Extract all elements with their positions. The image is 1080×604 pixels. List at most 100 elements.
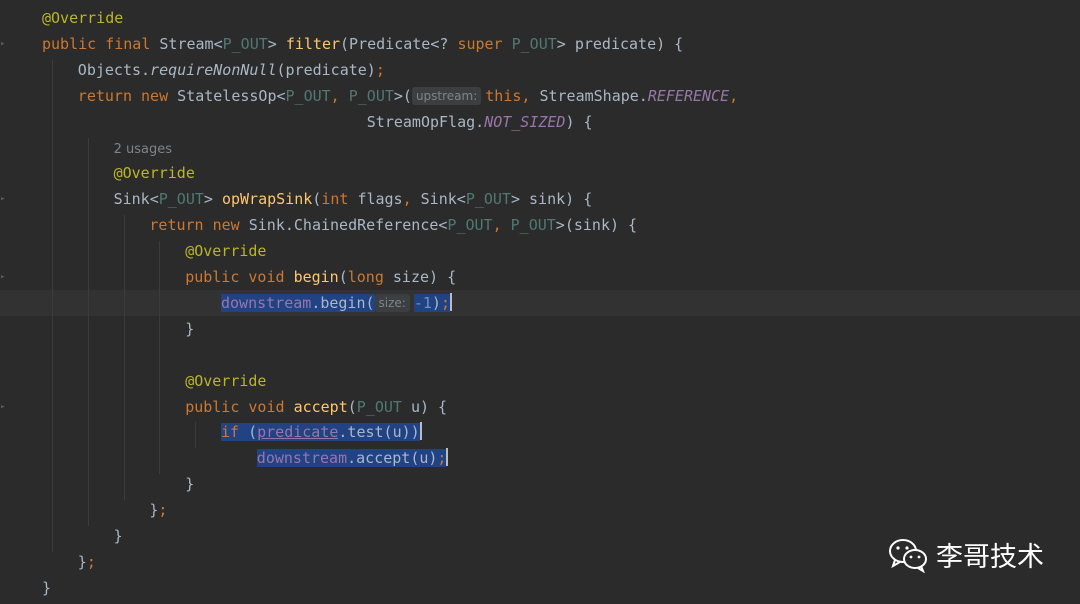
code-token: public final bbox=[42, 34, 160, 53]
code-token: opWrapSink bbox=[221, 190, 313, 209]
code-line[interactable]: downstream.accept(u); bbox=[0, 445, 1080, 471]
code-line-content: } bbox=[114, 523, 123, 549]
fold-marker-icon[interactable]: ▸ bbox=[0, 39, 6, 49]
code-token: ; bbox=[158, 501, 168, 520]
code-token: P_OUT bbox=[356, 397, 411, 416]
code-token: ) { bbox=[565, 112, 593, 131]
fold-marker-icon[interactable]: ▸ bbox=[0, 194, 6, 204]
code-line[interactable]: @Override bbox=[0, 5, 1080, 31]
code-line[interactable]: }; bbox=[0, 497, 1080, 523]
code-line[interactable] bbox=[0, 342, 1080, 368]
code-token: ( bbox=[248, 423, 258, 442]
code-token: accept bbox=[293, 397, 348, 416]
code-token: P_OUT bbox=[285, 86, 331, 105]
code-line[interactable]: Sink<P_OUT> opWrapSink(int flags, Sink<P… bbox=[0, 186, 1080, 212]
code-line[interactable]: public void accept(P_OUT u) { bbox=[0, 394, 1080, 420]
code-token: StatelessOp< bbox=[177, 86, 286, 105]
code-token: u) { bbox=[410, 397, 448, 416]
code-line[interactable]: } bbox=[0, 575, 1080, 601]
watermark-text: 李哥技术 bbox=[936, 542, 1044, 573]
code-token: Sink< bbox=[420, 190, 466, 209]
code-line-content: }; bbox=[149, 497, 167, 523]
code-token: @Override bbox=[42, 9, 124, 27]
code-token: > bbox=[267, 34, 286, 53]
code-line[interactable]: if (predicate.test(u)) bbox=[0, 419, 1080, 445]
indent-guide bbox=[195, 422, 197, 449]
code-token: .test(u)) bbox=[338, 423, 420, 442]
code-line-content: Sink<P_OUT> opWrapSink(int flags, Sink<P… bbox=[114, 186, 593, 212]
code-token: downstream bbox=[221, 293, 312, 312]
code-line-content: @Override bbox=[42, 5, 123, 31]
code-token: ( bbox=[338, 268, 348, 286]
code-line-content: public final Stream<P_OUT> filter(Predic… bbox=[42, 31, 683, 57]
code-token: this, bbox=[485, 86, 540, 105]
code-token: > predicate) { bbox=[556, 34, 684, 53]
code-line-content: return new Sink.ChainedReference<P_OUT, … bbox=[149, 212, 637, 238]
code-token: ) bbox=[431, 293, 441, 312]
code-token: P_OUT bbox=[158, 190, 204, 209]
text-caret bbox=[419, 422, 422, 441]
code-token: super bbox=[457, 34, 512, 53]
code-line[interactable]: StreamOpFlag.NOT_SIZED) { bbox=[0, 109, 1080, 135]
code-line[interactable]: downstream.begin(size: -1); bbox=[0, 289, 1080, 316]
code-line-content: Objects.requireNonNull(predicate); bbox=[78, 57, 385, 83]
code-token: return new bbox=[149, 216, 249, 235]
code-line-content: @Override bbox=[185, 238, 266, 264]
code-token: >( bbox=[393, 86, 412, 105]
code-token: .accept(u) bbox=[347, 449, 438, 468]
indent-guide bbox=[87, 137, 89, 526]
code-line[interactable]: public void begin(long size) { bbox=[0, 264, 1080, 290]
code-token: (Predicate<? bbox=[340, 34, 458, 53]
code-token: public void bbox=[185, 397, 294, 416]
code-token: } bbox=[77, 552, 87, 571]
code-token: downstream bbox=[256, 449, 348, 468]
code-line-content: } bbox=[42, 575, 51, 601]
code-token: size) { bbox=[392, 268, 457, 286]
fold-marker-icon[interactable]: ▸ bbox=[0, 272, 6, 282]
indent-guide bbox=[159, 241, 161, 475]
code-token: P_OUT bbox=[510, 216, 556, 235]
code-token: >(sink) { bbox=[555, 216, 638, 235]
code-line[interactable]: } bbox=[0, 316, 1080, 342]
code-token: Objects. bbox=[77, 60, 151, 79]
code-token: long bbox=[347, 268, 393, 286]
code-line[interactable]: Objects.requireNonNull(predicate); bbox=[0, 57, 1080, 83]
code-token: if bbox=[221, 423, 249, 442]
code-line-content: 2 usages bbox=[114, 135, 172, 163]
code-token: public void bbox=[185, 268, 294, 286]
code-line[interactable]: @Override bbox=[0, 368, 1080, 394]
text-caret bbox=[449, 292, 452, 311]
code-line[interactable]: @Override bbox=[0, 160, 1080, 186]
code-token: P_OUT bbox=[447, 216, 493, 235]
code-token: requireNonNull bbox=[150, 60, 277, 79]
fold-marker-icon[interactable]: ▸ bbox=[0, 402, 6, 412]
code-token: StreamOpFlag. bbox=[366, 112, 485, 131]
code-line-content: public void accept(P_OUT u) { bbox=[185, 394, 447, 420]
code-token: predicate bbox=[257, 423, 339, 442]
code-token: -1 bbox=[413, 293, 432, 312]
code-token: } bbox=[113, 527, 123, 545]
code-token: P_OUT bbox=[222, 34, 268, 53]
code-line[interactable]: public final Stream<P_OUT> filter(Predic… bbox=[0, 31, 1080, 57]
code-line-content: }; bbox=[78, 549, 96, 575]
code-line-content: @Override bbox=[185, 368, 266, 394]
code-token: flags bbox=[357, 190, 403, 209]
indent-guide bbox=[52, 59, 53, 552]
watermark: 李哥技术 bbox=[888, 535, 1044, 574]
code-token: > sink) { bbox=[510, 190, 593, 209]
code-line[interactable]: 2 usages bbox=[0, 135, 1080, 161]
code-token: (predicate) bbox=[276, 60, 376, 79]
usages-hint[interactable]: 2 usages bbox=[114, 142, 172, 157]
code-line[interactable]: return new StatelessOp<P_OUT, P_OUT>(ups… bbox=[0, 83, 1080, 109]
code-line[interactable]: return new Sink.ChainedReference<P_OUT, … bbox=[0, 212, 1080, 238]
code-line-content: public void begin(long size) { bbox=[185, 264, 456, 290]
code-line[interactable]: @Override bbox=[0, 238, 1080, 264]
code-token: StreamShape. bbox=[539, 86, 648, 105]
code-token: Sink< bbox=[113, 190, 159, 209]
code-line[interactable]: } bbox=[0, 471, 1080, 497]
code-line-content: if (predicate.test(u)) bbox=[221, 419, 422, 445]
code-token: } bbox=[185, 475, 195, 494]
code-token: REFERENCE bbox=[647, 86, 730, 105]
code-line-content: StreamOpFlag.NOT_SIZED) { bbox=[78, 109, 593, 135]
code-token: Sink.ChainedReference< bbox=[248, 216, 448, 235]
